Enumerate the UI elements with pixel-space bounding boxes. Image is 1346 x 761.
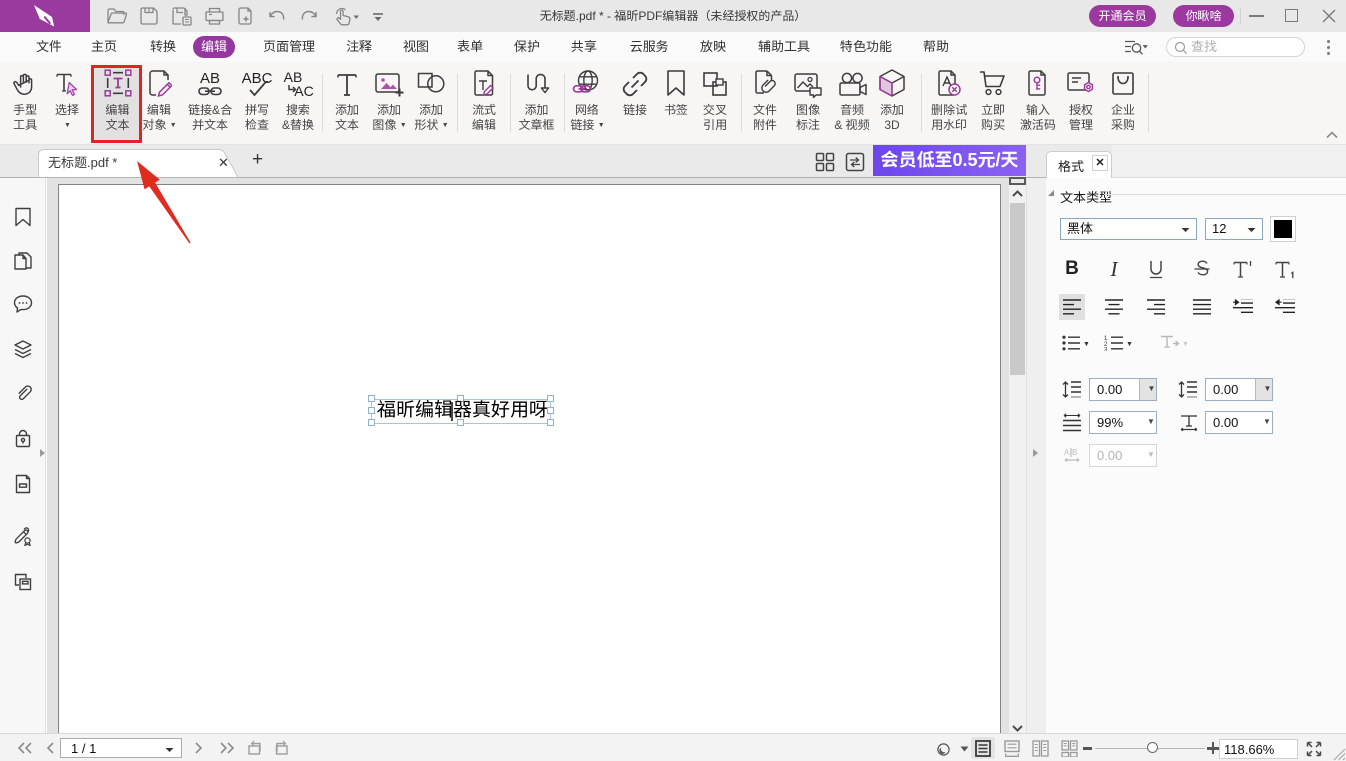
svg-text:3: 3 (1104, 348, 1108, 352)
svg-text:B: B (1072, 448, 1077, 457)
svg-text:A: A (1064, 448, 1070, 457)
svg-text:AC: AC (294, 83, 313, 98)
svg-text:AB: AB (200, 70, 220, 87)
svg-text:ABC: ABC (242, 70, 273, 87)
